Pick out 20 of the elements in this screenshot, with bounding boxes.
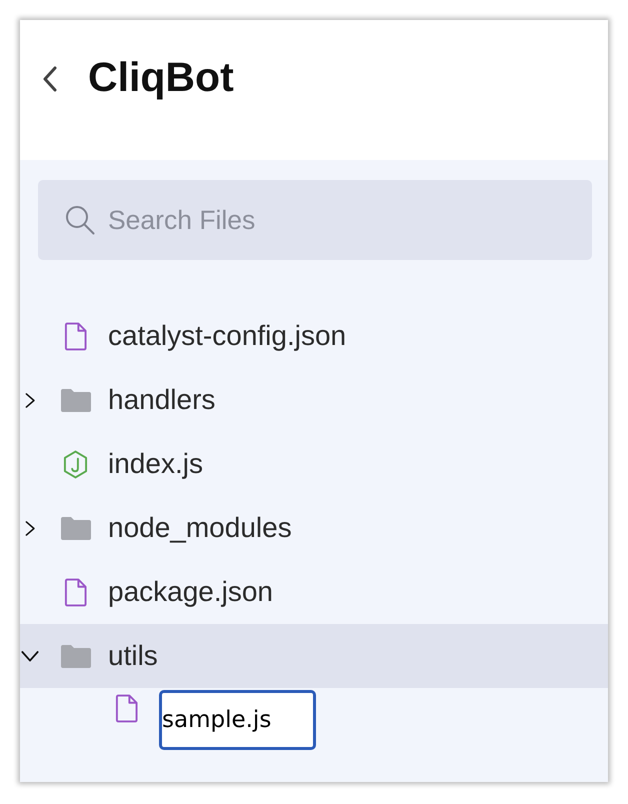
folder-item[interactable]: handlers [20,368,608,432]
search-field[interactable]: Search Files [38,180,592,260]
file-icon [64,322,87,350]
file-icon [64,578,87,606]
folder-item[interactable]: utils [20,624,608,688]
file-item[interactable]: index.js [20,432,608,496]
file-item[interactable]: catalyst-config.json [20,304,608,368]
panel-title: CliqBot [88,54,234,100]
file-item[interactable]: sample.js [20,688,608,754]
node-js-icon [63,450,88,478]
chevron-down-icon[interactable] [21,650,39,662]
rename-field[interactable]: sample.js [159,690,316,750]
back-button[interactable] [42,66,58,92]
folder-icon [60,388,90,412]
folder-item[interactable]: node_modules [20,496,608,560]
folder-icon [60,644,90,668]
file-icon [115,694,138,723]
folder-icon [60,516,90,540]
search-icon [65,205,95,235]
file-item[interactable]: package.json [20,560,608,624]
